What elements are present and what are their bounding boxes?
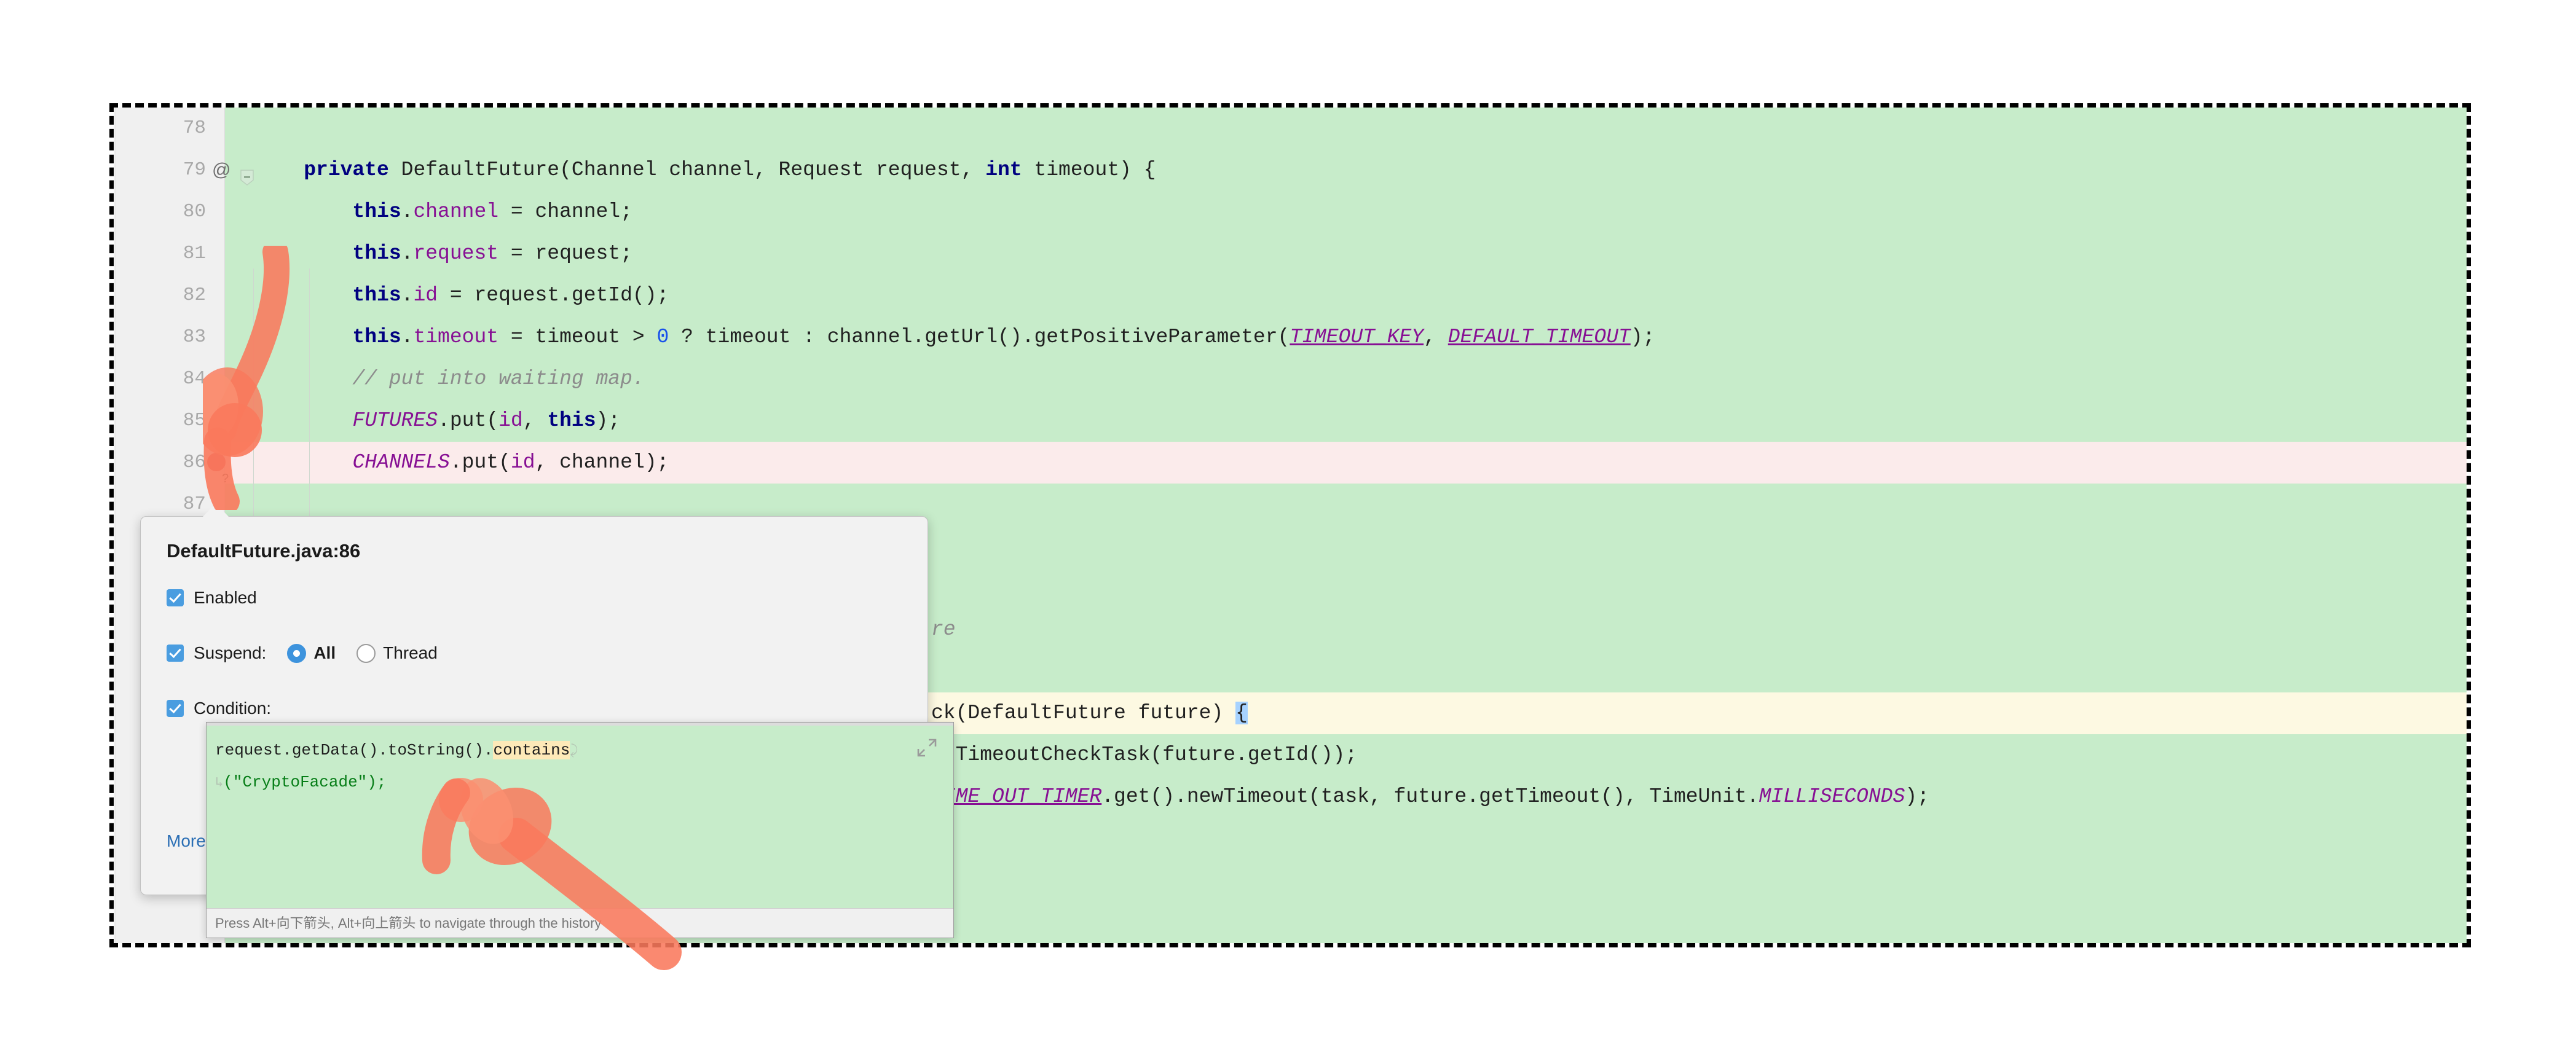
condition-history-hint: Press Alt+向下箭头, Alt+向上箭头 to navigate thr… (207, 908, 953, 938)
editor-line[interactable]: 82 this.id = request.getId(); (114, 275, 2467, 316)
line-code: ck(DefaultFuture future) { (931, 692, 1248, 734)
annotation-at-icon[interactable]: @ (212, 149, 230, 191)
editor-line[interactable]: 86 ? CHANNELS.put(id, channel); (114, 442, 2467, 484)
line-number: 82 (169, 275, 206, 316)
line-code: this.channel = channel; (255, 191, 632, 233)
suspend-label: Suspend: (194, 643, 266, 663)
suspend-option-thread[interactable]: Thread (356, 643, 438, 663)
radio-unselected-icon[interactable] (356, 644, 376, 663)
line-number: 81 (169, 233, 206, 275)
line-number: 85 (169, 400, 206, 442)
expand-editor-icon[interactable] (916, 737, 937, 758)
checkbox-checked-icon[interactable] (167, 700, 184, 717)
suspend-checkbox-row[interactable]: Suspend: All Thread (167, 643, 438, 663)
condition-label: Condition: (194, 699, 271, 718)
line-number: 86 (169, 442, 206, 484)
soft-wrap-continuation-icon: ↳ (215, 775, 223, 791)
condition-expression-line-2: ↳("CryptoFacade"); (215, 773, 387, 791)
suspend-option-all[interactable]: All (287, 643, 336, 663)
line-code: w TimeoutCheckTask(future.getId()); (931, 734, 1357, 776)
radio-selected-icon[interactable] (287, 644, 306, 663)
line-code: private DefaultFuture(Channel channel, R… (255, 149, 1156, 191)
enabled-checkbox-row[interactable]: Enabled (167, 588, 257, 608)
condition-highlighted-token: contains (493, 741, 570, 759)
more-link[interactable]: More (167, 831, 206, 851)
condition-checkbox-row[interactable]: Condition: (167, 699, 271, 718)
line-number: 83 (169, 316, 206, 358)
line-code: this.timeout = timeout > 0 ? timeout : c… (255, 316, 1655, 358)
suspend-thread-label: Thread (383, 643, 438, 663)
breakpoint-condition-question-icon: ? (222, 458, 229, 500)
editor-line[interactable]: 79 @ private DefaultFuture(Channel chann… (114, 149, 2467, 191)
condition-expression-line-1: request.getData().toString().contains⤸ (215, 741, 578, 759)
line-code: re (931, 609, 956, 651)
line-number: 80 (169, 191, 206, 233)
editor-line[interactable]: 80 this.channel = channel; (114, 191, 2467, 233)
fold-collapse-icon[interactable] (240, 162, 254, 178)
soft-wrap-arrow-icon: ⤸ (570, 743, 578, 759)
editor-line[interactable]: 83 this.timeout = timeout > 0 ? timeout … (114, 316, 2467, 358)
line-code: FUTURES.put(id, this); (255, 400, 620, 442)
line-code: CHANNELS.put(id, channel); (255, 442, 669, 484)
line-code: this.id = request.getId(); (255, 275, 669, 316)
line-number: 78 (169, 108, 206, 149)
condition-expression-field[interactable]: request.getData().toString().contains⤸ ↳… (206, 722, 954, 938)
line-code: // put into waiting map. (255, 358, 645, 400)
condition-field-top-border (207, 723, 953, 726)
suspend-all-label: All (313, 643, 336, 663)
editor-line[interactable]: 78 (114, 108, 2467, 149)
enabled-label: Enabled (194, 588, 257, 608)
checkbox-checked-icon[interactable] (167, 589, 184, 606)
line-code: TIME_OUT_TIMER.get().newTimeout(task, fu… (931, 776, 1929, 818)
line-number: 84 (169, 358, 206, 400)
checkbox-checked-icon[interactable] (167, 645, 184, 662)
popup-pointer-tail (202, 503, 229, 517)
editor-line[interactable]: 84 // put into waiting map. (114, 358, 2467, 400)
editor-line[interactable]: 85 FUTURES.put(id, this); (114, 400, 2467, 442)
line-code: this.request = request; (255, 233, 632, 275)
line-number: 79 (169, 149, 206, 191)
editor-line[interactable]: 81 this.request = request; (114, 233, 2467, 275)
popup-title: DefaultFuture.java:86 (167, 540, 360, 562)
